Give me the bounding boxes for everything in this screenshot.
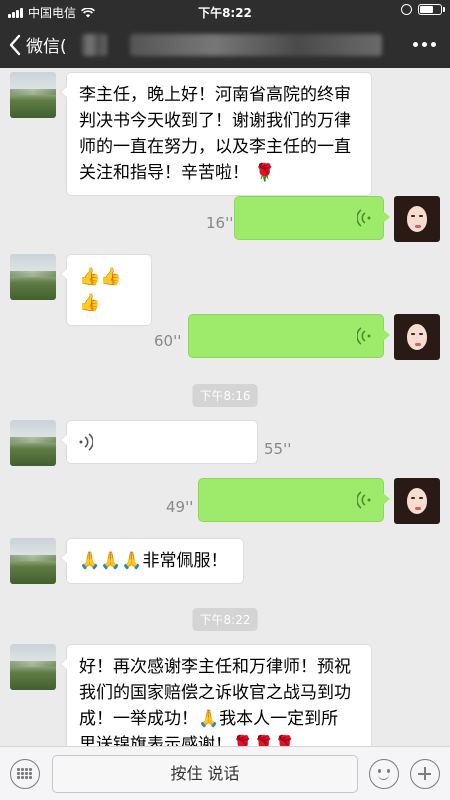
message-line: 李主任，晚上好！河南省高院的终审 (79, 85, 351, 105)
my-avatar[interactable] (394, 478, 440, 524)
message-line: 好！再次感谢李主任和万律师！预祝 (79, 657, 351, 677)
hold-to-talk-button[interactable]: 按住 说话 (52, 755, 358, 793)
message-line: 里送锦旗表示感谢！🌹🌹🌹 (79, 735, 296, 746)
contact-avatar[interactable] (10, 254, 56, 300)
rotation-lock-icon (401, 4, 412, 15)
my-avatar[interactable] (394, 314, 440, 360)
message-line: 我们的国家赔偿之诉收官之战马到功 (79, 683, 351, 703)
plus-icon[interactable] (410, 759, 440, 789)
voice-wave-icon (357, 327, 371, 345)
message-bubble[interactable]: 李主任，晚上好！河南省高院的终审 判决书今天收到了！谢谢我们的万律 师的一直在努… (60, 72, 372, 196)
status-time: 下午8:22 (198, 6, 252, 20)
emoji-icon[interactable] (369, 759, 399, 789)
voice-duration: 60'' (154, 332, 182, 350)
voice-wave-icon (79, 433, 93, 451)
voice-duration: 55'' (264, 440, 292, 458)
voice-message-bubble[interactable] (234, 196, 390, 240)
message-line: 成！一举成功！🙏我本人一定到所 (79, 709, 339, 729)
status-bar: 中国电信 下午8:22 (0, 0, 450, 22)
chat-area[interactable]: 李主任，晚上好！河南省高院的终审 判决书今天收到了！谢谢我们的万律 师的一直在努… (0, 68, 450, 746)
contact-avatar[interactable] (10, 644, 56, 690)
blurred-title (82, 34, 107, 56)
fist-salute-emoji: 🙏🙏🙏 (79, 551, 143, 571)
voice-wave-icon (357, 491, 371, 509)
message-line: 关注和指导！辛苦啦！ (79, 163, 249, 183)
keyboard-toggle-icon[interactable] (10, 759, 40, 789)
message-text: 非常佩服！ (142, 551, 228, 571)
voice-wave-icon (357, 209, 371, 227)
rose-emoji: 🌹 (254, 163, 276, 183)
battery-icon (418, 4, 445, 15)
nav-bar: 微信( (0, 22, 450, 68)
thumbs-up-emoji: 👍👍👍 (79, 267, 122, 313)
message-line: 师的一直在努力，以及李主任的一直 (79, 137, 351, 157)
timestamp: 下午8:16 (192, 384, 258, 407)
emoji-message-bubble[interactable]: 👍👍👍 (60, 254, 152, 326)
back-button[interactable]: 微信( (8, 32, 67, 57)
voice-duration: 49'' (166, 498, 194, 516)
more-dots-icon[interactable] (413, 42, 436, 47)
timestamp: 下午8:22 (192, 608, 258, 631)
blurred-title (130, 34, 382, 56)
contact-avatar[interactable] (10, 72, 56, 118)
voice-message-bubble[interactable] (60, 420, 258, 464)
my-avatar[interactable] (394, 196, 440, 242)
contact-avatar[interactable] (10, 420, 56, 466)
message-bubble[interactable]: 好！再次感谢李主任和万律师！预祝 我们的国家赔偿之诉收官之战马到功 成！一举成功… (60, 644, 372, 746)
status-right (401, 4, 445, 15)
voice-message-bubble[interactable] (198, 478, 390, 522)
message-line: 判决书今天收到了！谢谢我们的万律 (79, 111, 351, 131)
contact-avatar[interactable] (10, 538, 56, 584)
message-bubble[interactable]: 🙏🙏🙏非常佩服！ (60, 538, 244, 584)
chevron-left-icon (9, 34, 21, 55)
voice-duration: 16'' (206, 214, 234, 232)
voice-message-bubble[interactable] (188, 314, 390, 358)
input-toolbar: 按住 说话 (0, 746, 450, 800)
back-label: 微信( (26, 37, 67, 57)
